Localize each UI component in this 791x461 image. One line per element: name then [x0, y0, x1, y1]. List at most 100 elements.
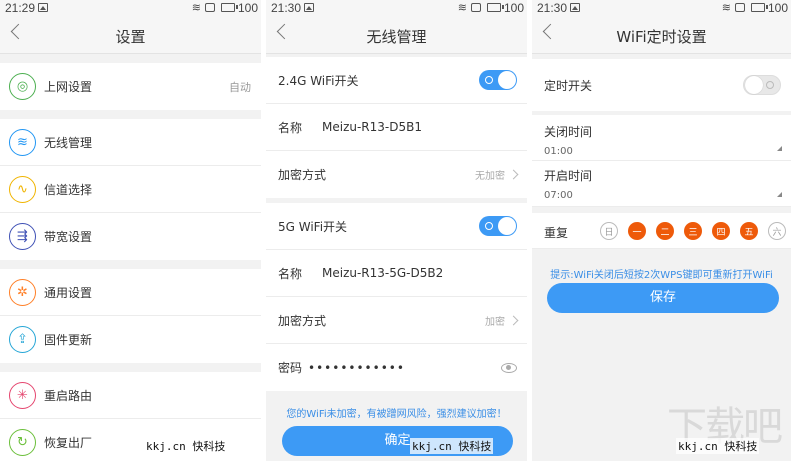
day-wed[interactable]: 三 — [684, 222, 702, 240]
wifi-status-icon: ≋ — [191, 1, 201, 14]
bandwidth-icon: ⇶ — [9, 223, 36, 250]
wifi-5g-group: 5G WiFi开关 名称 Meizu-R13-5G-D5B2 加密方式 加密 密… — [266, 203, 527, 391]
wifi-status-icon: ≋ — [721, 1, 731, 14]
timer-switch-label: 定时开关 — [544, 78, 593, 93]
dropdown-corner-icon — [777, 192, 782, 197]
timer-switch-row: 定时开关 — [532, 59, 791, 111]
screen-icon — [471, 3, 481, 12]
on-time-label: 开启时间 — [544, 169, 593, 183]
wifi-24g-name-label: 名称 — [278, 120, 303, 135]
status-time: 21:30 — [537, 1, 568, 15]
wifi-5g-name-value: Meizu-R13-5G-D5B2 — [322, 266, 444, 280]
menu-item-label: 重启路由 — [44, 388, 93, 403]
watermark-text: kkj.cn 快科技 — [410, 438, 494, 454]
settings-group-wireless: ≋ 无线管理 ∿ 信道选择 ⇶ 带宽设置 — [0, 119, 261, 260]
menu-item-channel[interactable]: ∿ 信道选择 — [0, 166, 261, 213]
wifi-5g-toggle[interactable] — [479, 216, 517, 236]
wifi-24g-encryption-value: 无加密 — [475, 171, 505, 182]
status-time: 21:29 — [5, 1, 36, 15]
wifi-5g-switch-label: 5G WiFi开关 — [278, 219, 348, 234]
battery-icon — [221, 3, 238, 12]
on-time-value: 07:00 — [544, 190, 573, 201]
battery-percent: 100 — [503, 1, 524, 15]
screen-icon — [205, 3, 215, 12]
menu-item-value: 自动 — [229, 80, 251, 94]
watermark-text: kkj.cn 快科技 — [144, 438, 228, 454]
menu-item-label: 带宽设置 — [44, 230, 93, 244]
menu-item-restart[interactable]: ✳ 重启路由 — [0, 372, 261, 419]
signal-wave-icon: ∿ — [9, 175, 36, 203]
save-button[interactable]: 保存 — [547, 283, 779, 313]
menu-item-general[interactable]: ✲ 通用设置 — [0, 269, 261, 316]
wifi-status-icon: ≋ — [457, 1, 467, 14]
reset-icon: ↻ — [9, 429, 36, 456]
menu-item-wireless[interactable]: ≋ 无线管理 — [0, 119, 261, 166]
eye-icon[interactable] — [501, 362, 517, 373]
image-notification-icon — [570, 3, 580, 12]
watermark-text: kkj.cn 快科技 — [676, 438, 760, 454]
gear-icon: ✲ — [9, 278, 36, 306]
dropdown-corner-icon — [777, 146, 782, 151]
wifi-5g-password-label: 密码 — [278, 361, 303, 375]
settings-screen: 21:29 ≋ 100 设置 ◎ 上网设置 自动 ≋ 无线管理 ∿ 信道选择 ⇶… — [0, 0, 261, 461]
wifi-5g-name-label: 名称 — [278, 266, 303, 281]
day-mon[interactable]: 一 — [628, 222, 646, 240]
on-time-row[interactable]: 开启时间 07:00 — [532, 161, 791, 207]
wifi-24g-encryption-row[interactable]: 加密方式 无加密 — [266, 151, 527, 198]
off-time-label: 关闭时间 — [544, 125, 593, 139]
battery-icon — [751, 3, 768, 12]
nav-bar: WiFi定时设置 — [532, 16, 791, 54]
wifi-5g-encryption-label: 加密方式 — [278, 313, 327, 328]
wifi-icon: ≋ — [9, 128, 36, 156]
menu-item-label: 上网设置 — [44, 80, 93, 94]
repeat-label: 重复 — [544, 226, 569, 240]
off-time-value: 01:00 — [544, 146, 573, 157]
day-fri[interactable]: 五 — [740, 222, 758, 240]
settings-group-internet: ◎ 上网设置 自动 — [0, 63, 261, 110]
status-bar: 21:29 ≋ 100 — [0, 0, 261, 16]
screen-icon — [735, 3, 745, 12]
status-bar: 21:30 ≋ 100 — [266, 0, 527, 16]
encryption-warning: 您的WiFi未加密，有被蹭网风险，强烈建议加密！ — [286, 409, 507, 420]
menu-item-label: 信道选择 — [44, 182, 93, 197]
day-sun[interactable]: 日 — [600, 222, 618, 240]
nav-bar: 设置 — [0, 16, 261, 54]
menu-item-firmware[interactable]: ⇪ 固件更新 — [0, 316, 261, 363]
wifi-24g-group: 2.4G WiFi开关 名称 Meizu-R13-D5B1 加密方式 无加密 — [266, 57, 527, 198]
wifi-24g-name-value: Meizu-R13-D5B1 — [322, 120, 422, 134]
wireless-management-screen: 21:30 ≋ 100 无线管理 2.4G WiFi开关 名称 Meizu-R1… — [266, 0, 527, 461]
upload-icon: ⇪ — [9, 326, 36, 353]
battery-percent: 100 — [767, 1, 788, 15]
off-time-row[interactable]: 关闭时间 01:00 — [532, 115, 791, 161]
day-tue[interactable]: 二 — [656, 222, 674, 240]
page-title: 无线管理 — [366, 28, 427, 46]
image-notification-icon — [38, 3, 48, 12]
menu-item-bandwidth[interactable]: ⇶ 带宽设置 — [0, 213, 261, 260]
wifi-24g-encryption-label: 加密方式 — [278, 168, 327, 182]
menu-item-label: 固件更新 — [44, 333, 93, 347]
password-field[interactable]: •••••••••••• — [308, 361, 405, 375]
wifi-5g-encryption-row[interactable]: 加密方式 加密 — [266, 297, 527, 344]
status-bar: 21:30 ≋ 100 — [532, 0, 791, 16]
wifi-5g-encryption-value: 加密 — [485, 316, 505, 328]
page-title: 设置 — [115, 28, 146, 46]
wifi-24g-switch-label: 2.4G WiFi开关 — [278, 73, 359, 88]
wifi-5g-name-row[interactable]: 名称 Meizu-R13-5G-D5B2 — [266, 250, 527, 297]
chevron-right-icon — [508, 169, 519, 180]
battery-percent: 100 — [237, 1, 258, 15]
repeat-row: 重复 日 一 二 三 四 五 六 — [532, 213, 791, 249]
battery-icon — [487, 3, 504, 12]
menu-item-internet[interactable]: ◎ 上网设置 自动 — [0, 63, 261, 110]
globe-icon: ◎ — [9, 73, 36, 100]
page-title: WiFi定时设置 — [616, 28, 707, 46]
timer-switch-group: 定时开关 — [532, 59, 791, 111]
day-selector: 日 一 二 三 四 五 六 — [590, 222, 786, 240]
day-thu[interactable]: 四 — [712, 222, 730, 240]
menu-item-label: 通用设置 — [44, 285, 93, 300]
timer-toggle[interactable] — [743, 75, 781, 95]
wifi-24g-name-row[interactable]: 名称 Meizu-R13-D5B1 — [266, 104, 527, 151]
time-settings: 关闭时间 01:00 开启时间 07:00 — [532, 115, 791, 207]
day-sat[interactable]: 六 — [768, 222, 786, 240]
wifi-24g-toggle[interactable] — [479, 70, 517, 90]
restart-icon: ✳ — [9, 381, 36, 409]
